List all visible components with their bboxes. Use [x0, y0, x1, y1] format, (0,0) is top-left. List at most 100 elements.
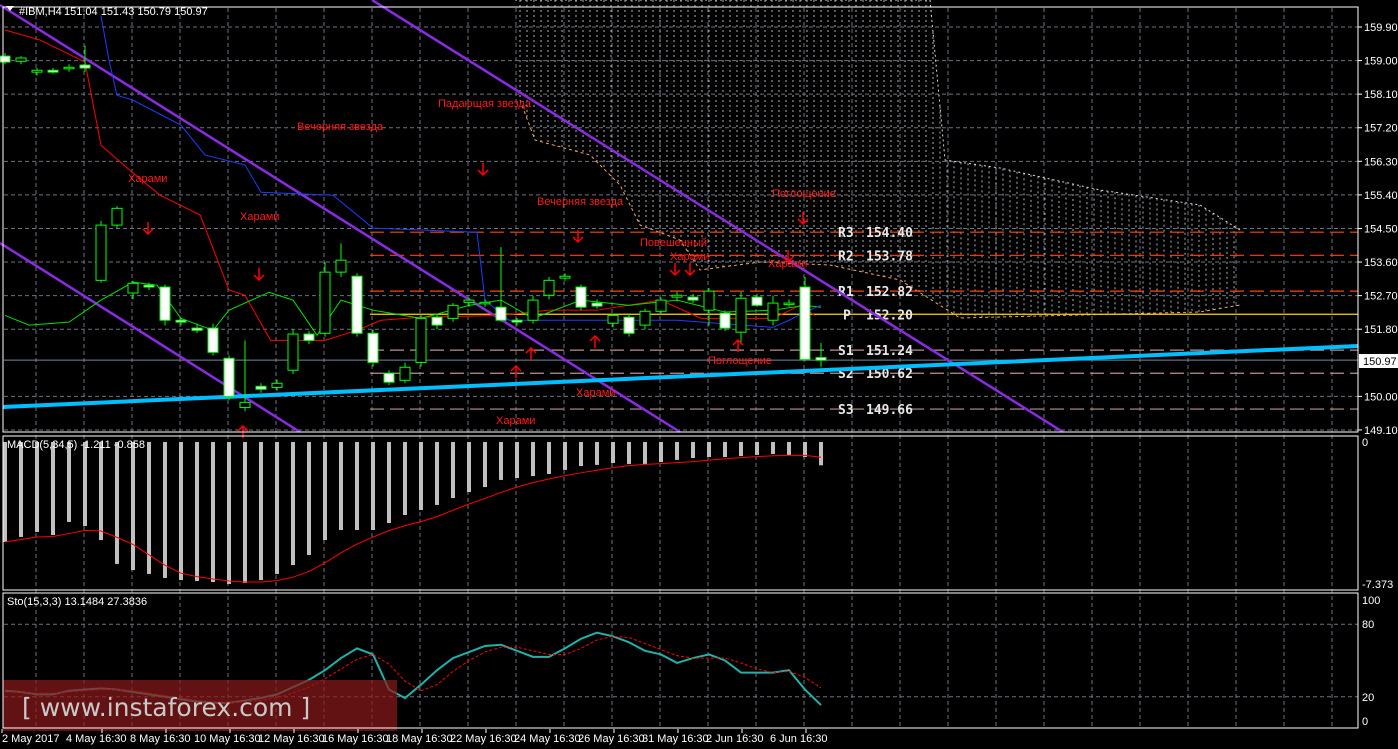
macd-bar [227, 442, 231, 584]
candle [95, 221, 107, 283]
current-price-label: 150.97 [1363, 356, 1397, 368]
pivot-label-p: P [843, 308, 851, 323]
candle-body-bear [79, 64, 91, 69]
macd-bar [3, 442, 7, 542]
candle-body-bear [255, 385, 267, 390]
candle [463, 297, 475, 307]
time-tick-label: 18 May 16:30 [386, 733, 453, 745]
macd-bar [675, 442, 679, 460]
pattern-label: Повешенный [640, 237, 707, 249]
candle-body-bear [207, 327, 219, 353]
time-tick-label: 2 Jun 16:30 [706, 733, 764, 745]
price-tick-label: 152.70 [1364, 291, 1398, 303]
macd-signal-line [4, 454, 822, 583]
macd-axis-bottom: -7.373 [1362, 579, 1393, 591]
time-axis[interactable]: 2 May 2017 4 May 16:30 8 May 16:30 10 May 1… [1, 729, 828, 745]
time-tick-label: 4 May 16:30 [66, 733, 127, 745]
candle-body-bear [495, 306, 507, 321]
symbol-label: #IBM,H4 [19, 6, 62, 18]
candle-body-bull [639, 310, 651, 326]
macd-bar [195, 442, 199, 582]
candle-body-bear [623, 316, 635, 334]
arrow-down-icon [669, 263, 681, 277]
time-tick-label: 2 May 2017 [2, 733, 59, 745]
candle-body-bull [767, 302, 779, 321]
time-tick-label: 31 May 16:30 [642, 733, 709, 745]
price-tick-label: 150.00 [1364, 391, 1398, 403]
pattern-label: Вечерняя звезда [537, 196, 624, 208]
macd-bar [371, 442, 375, 531]
macd-bar [451, 442, 455, 499]
pattern-label: Вечерняя звезда [297, 121, 384, 133]
macd-bar [595, 442, 599, 465]
ohlc-label: 151.04 151.43 150.79 150.97 [64, 6, 208, 18]
candle-body-bull [703, 290, 715, 311]
candle-body-bull [655, 299, 667, 312]
macd-bar [547, 442, 551, 474]
candle [79, 45, 91, 72]
candle [527, 295, 539, 324]
macd-bar [243, 442, 247, 583]
arrow-down-icon [477, 163, 489, 177]
candle [383, 370, 395, 386]
candle [447, 303, 459, 322]
macd-bar [355, 442, 359, 531]
pivot-label-r3: R3 [838, 226, 854, 241]
candle [735, 291, 747, 345]
candle [287, 329, 299, 374]
time-tick-label: 12 May 16:30 [258, 733, 325, 745]
pattern-label: Харами [496, 415, 535, 427]
macd-bar [803, 442, 807, 458]
candle [639, 308, 651, 330]
macd-bar [515, 442, 519, 479]
macd-bar [163, 442, 167, 578]
candle [719, 310, 731, 332]
candle [271, 379, 283, 391]
candle [479, 299, 491, 307]
candle [511, 318, 523, 326]
channel-line-upper[interactable] [0, 3, 681, 434]
macd-bar [323, 442, 327, 541]
price-tick-label: 159.00 [1364, 56, 1398, 68]
candle-body-bear [47, 69, 59, 73]
macd-bar [499, 442, 503, 480]
candle-body-bull [543, 279, 555, 296]
time-tick-label: 24 May 16:30 [514, 733, 581, 745]
time-tick-label: 22 May 16:30 [450, 733, 517, 745]
candle-body-bear [303, 333, 315, 341]
macd-axis-top: 0 [1362, 437, 1368, 449]
macd-bar [259, 442, 263, 581]
candle-body-bull [447, 304, 459, 319]
macd-bar [387, 442, 391, 524]
ichimoku-cloud [515, 0, 1241, 319]
candle-body-bear [431, 316, 443, 326]
candle-body-bear [0, 55, 11, 63]
price-axis[interactable]: 159.90 159.00 158.10 157.20 156.30 155.40 154.… [1358, 22, 1398, 437]
candle [575, 284, 587, 311]
candle-body-bull [527, 299, 539, 321]
candle-body-bull [479, 301, 491, 305]
stoch-axis: 100 80 20 0 [1362, 595, 1380, 728]
macd-bar [563, 442, 567, 470]
candle-body-bear [719, 312, 731, 329]
time-tick-label: 8 May 16:30 [130, 733, 191, 745]
pivot-value-s3: 149.66 [866, 403, 913, 418]
macd-bar [19, 442, 23, 537]
macd-bar [691, 442, 695, 458]
ma-blue-line [100, 15, 822, 328]
candle-body-bull [335, 259, 347, 273]
candle-body-bull [287, 333, 299, 371]
candle [127, 280, 139, 300]
arrow-down-icon [797, 212, 809, 226]
candle-body-bull [783, 302, 795, 306]
price-chart[interactable]: R3 154.40R2 153.78R1 152.82P 152.20S1 151.24S… [0, 0, 1398, 749]
time-tick-label: 16 May 16:30 [322, 733, 389, 745]
candle [335, 243, 347, 277]
candle [351, 273, 363, 337]
channel-line-right[interactable] [371, 0, 1064, 434]
arrow-up-icon [510, 364, 522, 378]
price-tick-label: 156.30 [1364, 156, 1398, 168]
support-trendline[interactable] [2, 344, 1359, 409]
candle-body-bear [143, 284, 155, 288]
ma-green-line [4, 281, 822, 337]
